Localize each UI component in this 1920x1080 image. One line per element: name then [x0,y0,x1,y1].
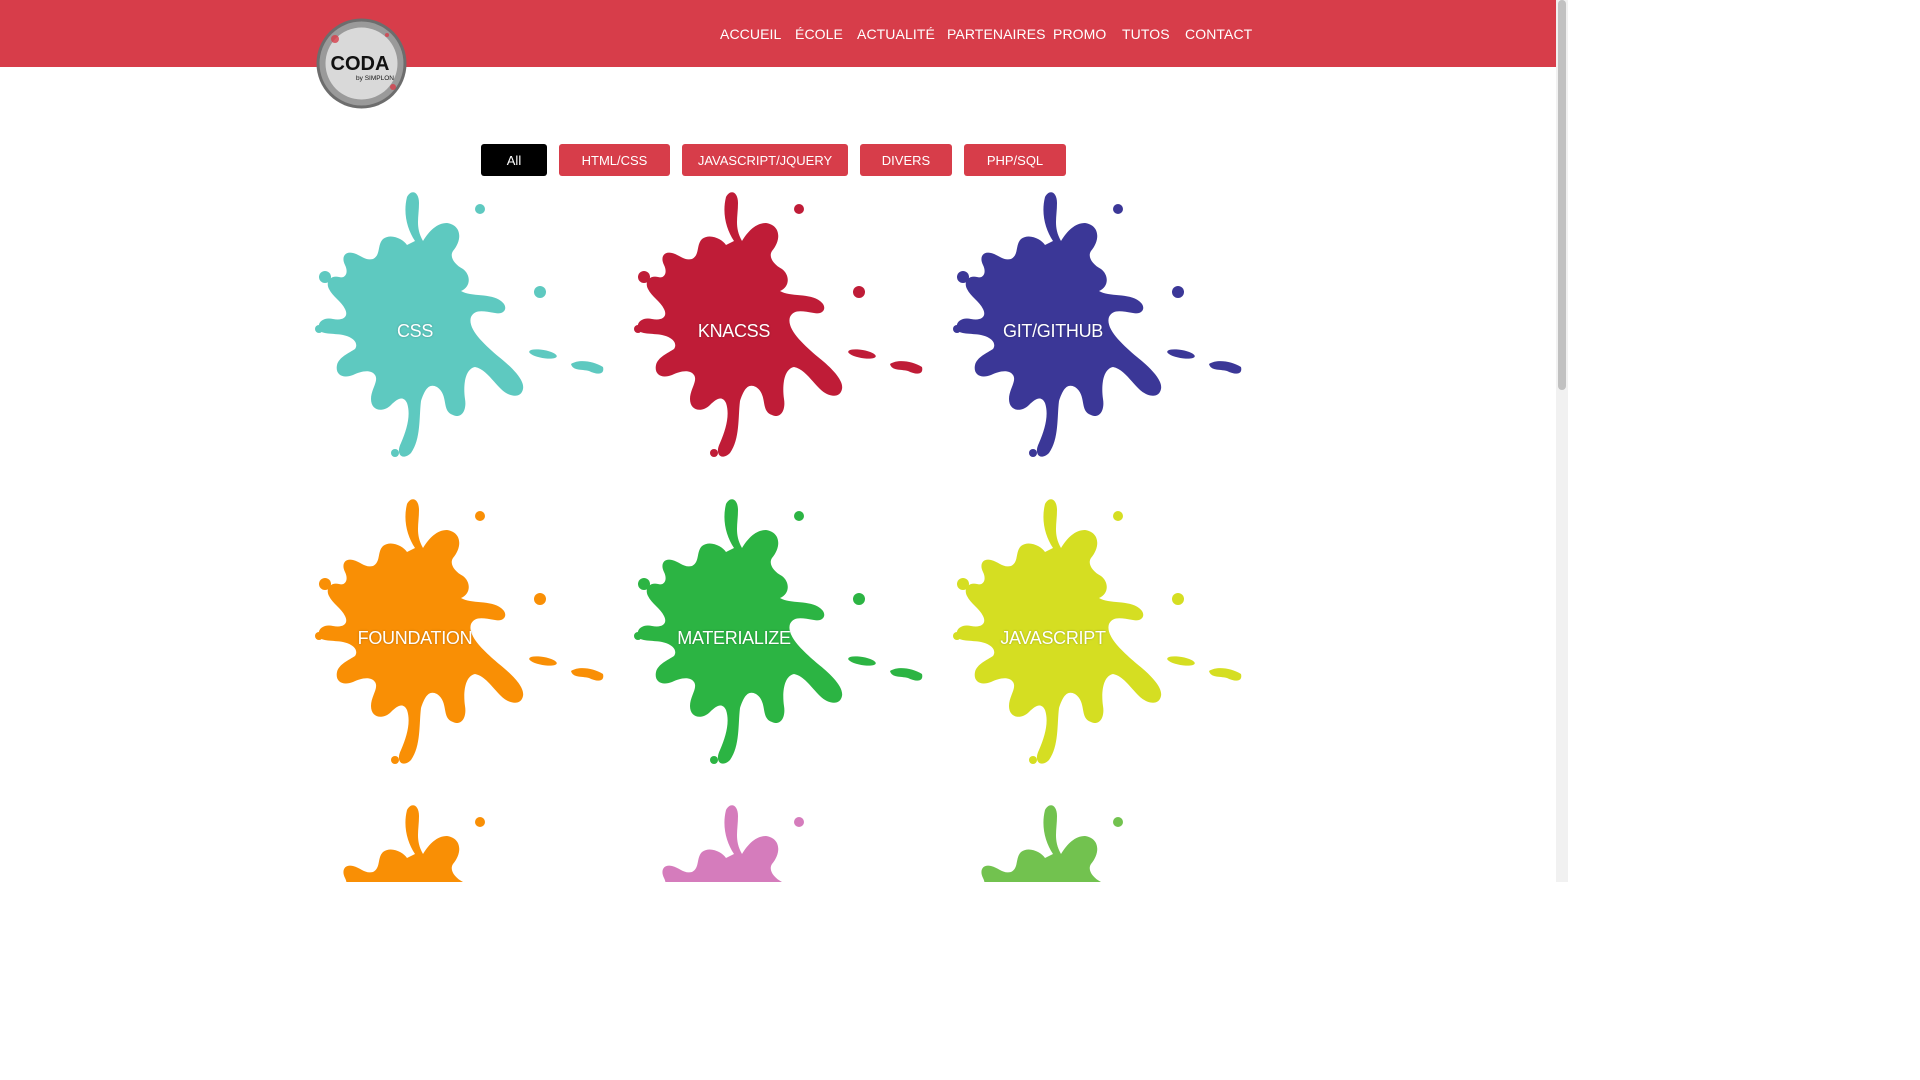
coda-logo[interactable]: CODA by SIMPLON [315,17,408,110]
tile-label: JAVASCRIPT [1000,628,1106,648]
filter-html-css-button[interactable]: HTML/CSS [559,144,670,176]
logo-subtext: by SIMPLON [356,75,394,82]
nav-partenaires[interactable]: PARTENAIRES [947,24,1046,44]
tutorial-tile[interactable] [634,802,924,882]
tutorial-tile[interactable] [315,802,605,882]
tutorial-tile[interactable]: JAVASCRIPT [953,496,1243,766]
logo-text: CODA [331,53,390,75]
scrollbar-thumb[interactable] [1558,0,1566,390]
tile-label: GIT/GITHUB [1003,321,1103,341]
nav-ecole[interactable]: ÉCOLE [795,24,843,44]
tutorial-tile[interactable]: GIT/GITHUB [953,189,1243,459]
filter-javascript-jquery-button[interactable]: JAVASCRIPT/JQUERY [682,144,848,176]
tutorial-tile[interactable]: FOUNDATION [315,496,605,766]
nav-tutos[interactable]: TUTOS [1122,24,1170,44]
filter-php-sql-button[interactable]: PHP/SQL [964,144,1066,176]
tile-label: FOUNDATION [357,628,473,648]
nav-accueil[interactable]: ACCUEIL [720,24,781,44]
tutorial-tile[interactable]: KNACSS [634,189,924,459]
tutorial-tile[interactable]: CSS [315,189,605,459]
nav-contact[interactable]: CONTACT [1185,24,1252,44]
tile-label: MATERIALIZE [677,628,791,648]
filter-divers-button[interactable]: DIVERS [860,144,952,176]
paint-splat [315,805,604,882]
nav-actualite[interactable]: ACTUALITÉ [857,24,935,44]
page-scrollbar[interactable] [1556,0,1568,882]
tile-label: CSS [396,321,434,341]
filter-all-button[interactable]: All [481,144,547,176]
paint-splat [953,805,1242,882]
main-nav: ACCUEIL ÉCOLE ACTUALITÉ PARTENAIRES PROM… [0,0,1556,67]
nav-promo[interactable]: PROMO [1053,24,1106,44]
tutorial-tile[interactable] [953,802,1243,882]
paint-splat [634,805,923,882]
tile-label: KNACSS [697,321,771,341]
tutorial-tile[interactable]: MATERIALIZE [634,496,924,766]
